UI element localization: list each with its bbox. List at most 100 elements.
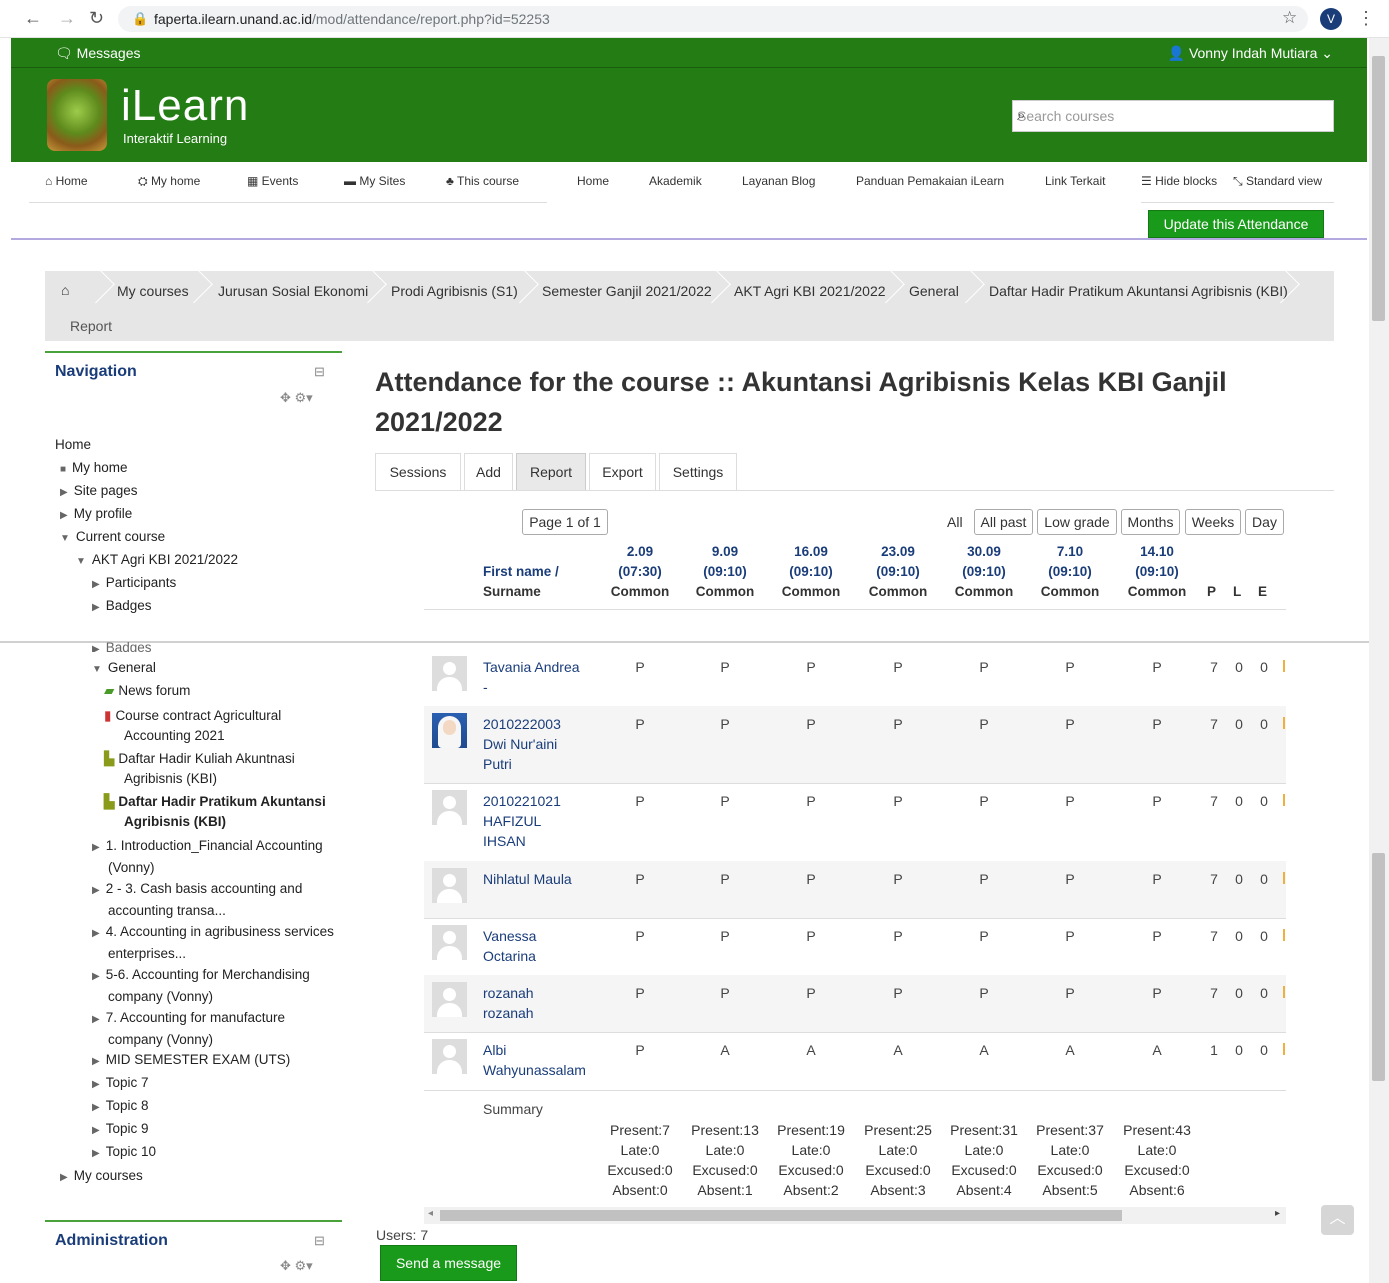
messages-link[interactable]: 🗨 Messages [55,45,140,62]
nav-tree-topic[interactable]: ▶ Topic 8 [92,1098,148,1113]
nav-tree-news-forum[interactable]: ▰ News forum [104,683,190,699]
nav-tree-topic[interactable]: ▶ 2 - 3. Cash basis accounting and account… [92,879,302,921]
nav-my-sites[interactable]: ▬ My Sites [344,174,405,188]
nav-link-terkait[interactable]: Link Terkait [1045,174,1105,188]
nav-tree-topic[interactable]: ▶ 7. Accounting for manufacture company (V… [92,1008,285,1050]
breadcrumb-item[interactable]: Prodi Agribisnis (S1) [391,283,518,299]
send-message-button[interactable]: Send a message [380,1245,517,1281]
nav-tree-general[interactable]: ▼ General [92,660,156,675]
address-bar[interactable]: 🔒 faperta.ilearn.unand.ac.id/mod/attenda… [118,6,1308,32]
page-indicator[interactable]: Page 1 of 1 [522,509,608,535]
breadcrumb-item[interactable]: Jurusan Sosial Ekonomi [218,283,368,299]
nav-tree-my-home[interactable]: ■ My home [60,460,128,475]
student-name-link[interactable]: 2010222003 Dwi Nur'aini Putri [483,714,561,774]
standard-view-button[interactable]: ⤡ Standard view [1233,174,1322,189]
nav-layanan-blog[interactable]: Layanan Blog [742,174,815,188]
student-name-link[interactable]: Tavania Andrea - [483,657,580,697]
nav-home-link[interactable]: Home [577,174,609,188]
nav-tree-course-contract[interactable]: ▮ Course contract Agricultural Accounting … [104,706,281,746]
user-avatar[interactable] [432,925,467,960]
filter-day[interactable]: Day [1245,509,1284,535]
update-attendance-button[interactable]: Update this Attendance [1148,210,1324,238]
home-icon[interactable]: ⌂ [61,282,69,298]
tab-add[interactable]: Add [464,453,513,491]
nav-my-home[interactable]: ⛭ My home [138,174,200,189]
user-avatar[interactable] [432,790,467,825]
collapse-block-icon[interactable]: ⊟ [314,364,325,380]
filter-all[interactable]: All [947,514,963,530]
filter-all-past[interactable]: All past [974,509,1033,535]
move-icon[interactable]: ✥ ⚙▾ [280,390,313,406]
page-scrollbar[interactable] [1369,38,1389,643]
scroll-left-icon[interactable]: ◂ [428,1208,433,1219]
tab-export[interactable]: Export [589,453,656,491]
name-column-header[interactable]: First name / Surname [483,562,559,602]
nav-tree-current-course[interactable]: ▼ Current course [60,529,165,544]
tab-sessions[interactable]: Sessions [375,453,461,491]
nav-events[interactable]: ▦ Events [247,174,298,188]
nav-tree-topic[interactable]: ▶ Topic 9 [92,1121,148,1136]
filter-months[interactable]: Months [1121,509,1180,535]
administration-block-title[interactable]: Administration [55,1232,168,1250]
session-column-header[interactable]: 2.09 (07:30) Common [595,542,685,602]
student-name-link[interactable]: Vanessa Octarina [483,926,536,966]
scrollbar-thumb[interactable] [1372,853,1385,1081]
nav-tree-home[interactable]: Home [55,437,91,452]
session-column-header[interactable]: 14.10 (09:10) Common [1112,542,1202,602]
session-column-header[interactable]: 23.09 (09:10) Common [853,542,943,602]
table-horizontal-scrollbar[interactable]: ◂ ▸ [424,1207,1286,1224]
nav-tree-daftar-pratikum[interactable]: ▙ Daftar Hadir Pratikum Akuntansi Agribisn… [104,792,326,832]
user-photo[interactable] [432,713,467,748]
breadcrumb-item[interactable]: Semester Ganjil 2021/2022 [542,283,712,299]
user-menu[interactable]: 👤 Vonny Indah Mutiara ⌄ [1168,45,1333,62]
user-avatar[interactable] [432,656,467,691]
profile-avatar[interactable]: V [1320,8,1342,30]
session-column-header[interactable]: 30.09 (09:10) Common [939,542,1029,602]
nav-akademik[interactable]: Akademik [649,174,702,188]
browser-menu-icon[interactable]: ⋮ [1357,8,1375,29]
nav-home[interactable]: ⌂ Home [45,174,88,188]
nav-tree-course[interactable]: ▼ AKT Agri KBI 2021/2022 [76,552,238,567]
session-column-header[interactable]: 9.09 (09:10) Common [680,542,770,602]
nav-tree-topic[interactable]: ▶ 5-6. Accounting for Merchandising compan… [92,965,310,1007]
student-name-link[interactable]: rozanah rozanah [483,983,534,1023]
nav-tree-my-profile[interactable]: ▶ My profile [60,506,132,521]
breadcrumb-item[interactable]: AKT Agri KBI 2021/2022 [734,283,886,299]
nav-tree-topic[interactable]: ▶ Topic 7 [92,1075,148,1090]
forward-icon[interactable]: → [58,8,76,29]
inner-scrollbar[interactable] [1369,643,1389,1283]
nav-tree-participants[interactable]: ▶ Participants [92,575,176,590]
filter-low-grade[interactable]: Low grade [1037,509,1117,535]
nav-tree-my-courses[interactable]: ▶ My courses [60,1168,143,1183]
nav-tree-badges-cut[interactable]: ▶ Badges [92,640,152,652]
nav-tree-site-pages[interactable]: ▶ Site pages [60,483,138,498]
nav-tree-daftar-kuliah[interactable]: ▙ Daftar Hadir Kuliah Akuntnasi Agribisnis… [104,749,295,789]
user-avatar[interactable] [432,868,467,903]
navigation-block-title[interactable]: Navigation [55,363,137,381]
nav-this-course[interactable]: ♣ This course [446,174,519,188]
reload-icon[interactable]: ↻ [89,8,104,29]
nav-tree-topic[interactable]: ▶ 4. Accounting in agribusiness services e… [92,922,334,964]
student-name-link[interactable]: 2010221021 HAFIZUL IHSAN [483,791,561,851]
nav-tree-topic[interactable]: ▶ Topic 10 [92,1144,156,1159]
back-to-top-button[interactable]: ︿ [1321,1205,1354,1235]
back-icon[interactable]: ← [24,8,42,29]
tab-settings[interactable]: Settings [659,453,737,491]
university-logo[interactable] [47,79,107,151]
nav-tree-topic[interactable]: ▶ MID SEMESTER EXAM (UTS) [92,1052,290,1067]
session-column-header[interactable]: 7.10 (09:10) Common [1025,542,1115,602]
nav-tree-badges[interactable]: ▶ Badges [92,598,152,613]
filter-weeks[interactable]: Weeks [1185,509,1241,535]
scrollbar-thumb[interactable] [440,1210,1122,1221]
bookmark-star-icon[interactable]: ☆ [1282,8,1297,28]
hide-blocks-button[interactable]: ☰ Hide blocks [1141,174,1217,188]
scroll-right-icon[interactable]: ▸ [1275,1208,1280,1219]
move-icon[interactable]: ✥ ⚙▾ [280,1258,313,1274]
site-logo-text[interactable]: iLearn [121,84,249,128]
session-column-header[interactable]: 16.09 (09:10) Common [766,542,856,602]
student-name-link[interactable]: Nihlatul Maula [483,869,572,889]
student-name-link[interactable]: Albi Wahyunassalam [483,1040,586,1080]
user-avatar[interactable] [432,982,467,1017]
search-icon[interactable]: ⌕ [1017,107,1325,124]
search-courses-input[interactable]: Search courses ⌕ [1012,100,1334,132]
